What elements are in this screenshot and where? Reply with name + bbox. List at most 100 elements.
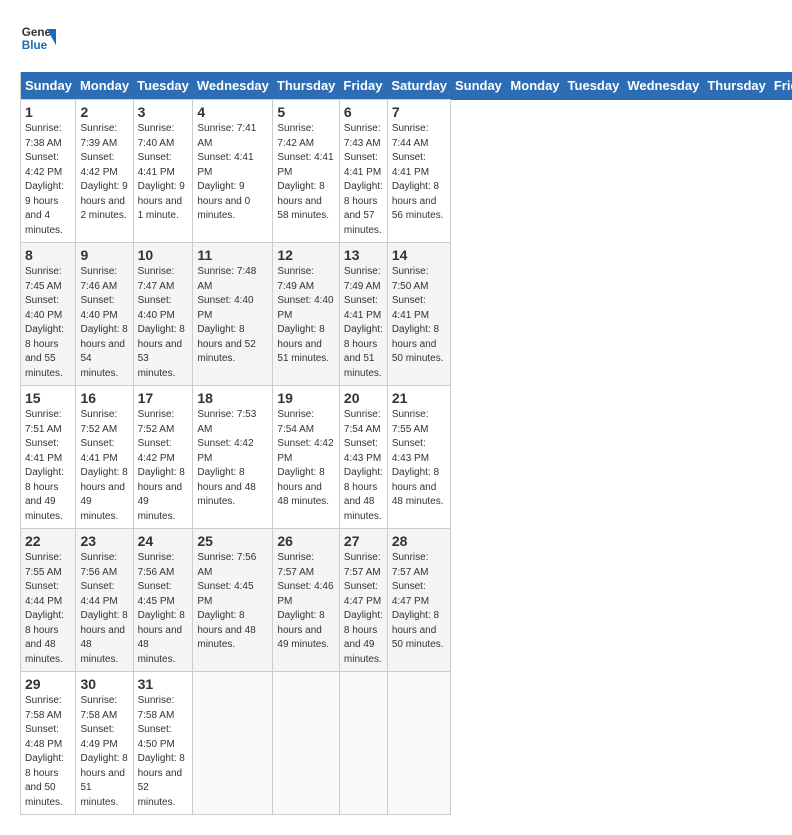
calendar-cell: 3 Sunrise: 7:40 AMSunset: 4:41 PMDaylight… <box>133 100 193 243</box>
cell-content: Sunrise: 7:54 AMSunset: 4:42 PMDaylight:… <box>277 408 335 510</box>
day-number: 29 <box>25 676 71 692</box>
page-header: General Blue <box>20 20 772 56</box>
calendar-cell: 11Sunrise: 7:48 AMSunset: 4:40 PMDayligh… <box>193 243 273 386</box>
cell-content: Sunrise: 7:44 AMSunset: 4:41 PMDaylight:… <box>392 122 447 224</box>
col-header-wednesday: Wednesday <box>623 72 703 100</box>
calendar-cell: 15 Sunrise: 7:51 AMSunset: 4:41 PMDayligh… <box>21 386 76 529</box>
day-number: 26 <box>277 533 335 549</box>
day-number: 13 <box>344 247 383 263</box>
calendar-cell: 30Sunrise: 7:58 AMSunset: 4:49 PMDayligh… <box>76 672 133 815</box>
calendar-cell <box>273 672 340 815</box>
cell-content: Sunrise: 7:57 AMSunset: 4:47 PMDaylight:… <box>344 551 383 667</box>
calendar-cell: 22Sunrise: 7:55 AMSunset: 4:44 PMDayligh… <box>21 529 76 672</box>
calendar-cell: 21Sunrise: 7:55 AMSunset: 4:43 PMDayligh… <box>387 386 451 529</box>
day-number: 12 <box>277 247 335 263</box>
cell-content: Sunrise: 7:54 AMSunset: 4:43 PMDaylight:… <box>344 408 383 524</box>
calendar-cell <box>193 672 273 815</box>
col-header-tuesday: Tuesday <box>133 72 193 100</box>
calendar-cell: 8 Sunrise: 7:45 AMSunset: 4:40 PMDaylight… <box>21 243 76 386</box>
calendar-week-row: 15 Sunrise: 7:51 AMSunset: 4:41 PMDayligh… <box>21 386 792 529</box>
calendar-cell: 6 Sunrise: 7:43 AMSunset: 4:41 PMDaylight… <box>339 100 387 243</box>
day-number: 20 <box>344 390 383 406</box>
col-header-thursday: Thursday <box>273 72 340 100</box>
calendar-cell: 14Sunrise: 7:50 AMSunset: 4:41 PMDayligh… <box>387 243 451 386</box>
calendar-cell: 12 Sunrise: 7:49 AMSunset: 4:40 PMDayligh… <box>273 243 340 386</box>
cell-content: Sunrise: 7:58 AMSunset: 4:48 PMDaylight:… <box>25 694 71 810</box>
cell-content: Sunrise: 7:49 AMSunset: 4:41 PMDaylight:… <box>344 265 383 381</box>
calendar-week-row: 1 Sunrise: 7:38 AMSunset: 4:42 PMDaylight… <box>21 100 792 243</box>
day-number: 3 <box>138 104 189 120</box>
calendar-cell: 25 Sunrise: 7:56 AMSunset: 4:45 PMDayligh… <box>193 529 273 672</box>
svg-text:Blue: Blue <box>22 39 48 52</box>
calendar-cell: 4 Sunrise: 7:41 AMSunset: 4:41 PMDaylight… <box>193 100 273 243</box>
cell-content: Sunrise: 7:52 AMSunset: 4:42 PMDaylight:… <box>138 408 189 524</box>
day-number: 30 <box>80 676 128 692</box>
cell-content: Sunrise: 7:51 AMSunset: 4:41 PMDaylight:… <box>25 408 71 524</box>
day-number: 1 <box>25 104 71 120</box>
calendar-cell: 1 Sunrise: 7:38 AMSunset: 4:42 PMDaylight… <box>21 100 76 243</box>
col-header-wednesday: Wednesday <box>193 72 273 100</box>
cell-content: Sunrise: 7:53 AMSunset: 4:42 PMDaylight:… <box>197 408 268 510</box>
cell-content: Sunrise: 7:49 AMSunset: 4:40 PMDaylight:… <box>277 265 335 367</box>
day-number: 14 <box>392 247 447 263</box>
cell-content: Sunrise: 7:47 AMSunset: 4:40 PMDaylight:… <box>138 265 189 381</box>
calendar-cell: 10Sunrise: 7:47 AMSunset: 4:40 PMDayligh… <box>133 243 193 386</box>
calendar-cell: 2Sunrise: 7:39 AMSunset: 4:42 PMDaylight… <box>76 100 133 243</box>
calendar-cell <box>387 672 451 815</box>
calendar-cell: 28 Sunrise: 7:57 AMSunset: 4:47 PMDayligh… <box>387 529 451 672</box>
logo: General Blue <box>20 20 60 56</box>
day-number: 25 <box>197 533 268 549</box>
col-header-sunday: Sunday <box>451 72 506 100</box>
calendar-week-row: 29 Sunrise: 7:58 AMSunset: 4:48 PMDayligh… <box>21 672 792 815</box>
col-header-thursday: Thursday <box>703 72 770 100</box>
cell-content: Sunrise: 7:40 AMSunset: 4:41 PMDaylight:… <box>138 122 189 224</box>
col-header-monday: Monday <box>76 72 133 100</box>
calendar-header-row: SundayMondayTuesdayWednesdayThursdayFrid… <box>21 72 792 100</box>
col-header-friday: Friday <box>770 72 792 100</box>
calendar-cell: 27Sunrise: 7:57 AMSunset: 4:47 PMDayligh… <box>339 529 387 672</box>
cell-content: Sunrise: 7:38 AMSunset: 4:42 PMDaylight:… <box>25 122 71 238</box>
calendar-cell: 7Sunrise: 7:44 AMSunset: 4:41 PMDaylight… <box>387 100 451 243</box>
calendar-cell: 26Sunrise: 7:57 AMSunset: 4:46 PMDayligh… <box>273 529 340 672</box>
calendar-cell: 17 Sunrise: 7:52 AMSunset: 4:42 PMDayligh… <box>133 386 193 529</box>
cell-content: Sunrise: 7:55 AMSunset: 4:43 PMDaylight:… <box>392 408 447 510</box>
day-number: 23 <box>80 533 128 549</box>
cell-content: Sunrise: 7:46 AMSunset: 4:40 PMDaylight:… <box>80 265 128 381</box>
calendar-week-row: 22Sunrise: 7:55 AMSunset: 4:44 PMDayligh… <box>21 529 792 672</box>
calendar-cell <box>339 672 387 815</box>
day-number: 28 <box>392 533 447 549</box>
calendar-cell: 9 Sunrise: 7:46 AMSunset: 4:40 PMDaylight… <box>76 243 133 386</box>
calendar-cell: 16 Sunrise: 7:52 AMSunset: 4:41 PMDayligh… <box>76 386 133 529</box>
day-number: 9 <box>80 247 128 263</box>
calendar-cell: 24 Sunrise: 7:56 AMSunset: 4:45 PMDayligh… <box>133 529 193 672</box>
cell-content: Sunrise: 7:43 AMSunset: 4:41 PMDaylight:… <box>344 122 383 238</box>
cell-content: Sunrise: 7:41 AMSunset: 4:41 PMDaylight:… <box>197 122 268 224</box>
cell-content: Sunrise: 7:56 AMSunset: 4:45 PMDaylight:… <box>138 551 189 667</box>
day-number: 24 <box>138 533 189 549</box>
cell-content: Sunrise: 7:56 AMSunset: 4:44 PMDaylight:… <box>80 551 128 667</box>
day-number: 15 <box>25 390 71 406</box>
day-number: 6 <box>344 104 383 120</box>
day-number: 11 <box>197 247 268 263</box>
cell-content: Sunrise: 7:45 AMSunset: 4:40 PMDaylight:… <box>25 265 71 381</box>
cell-content: Sunrise: 7:56 AMSunset: 4:45 PMDaylight:… <box>197 551 268 653</box>
calendar-cell: 31Sunrise: 7:58 AMSunset: 4:50 PMDayligh… <box>133 672 193 815</box>
cell-content: Sunrise: 7:42 AMSunset: 4:41 PMDaylight:… <box>277 122 335 224</box>
cell-content: Sunrise: 7:57 AMSunset: 4:47 PMDaylight:… <box>392 551 447 653</box>
calendar-cell: 20 Sunrise: 7:54 AMSunset: 4:43 PMDayligh… <box>339 386 387 529</box>
calendar-table: SundayMondayTuesdayWednesdayThursdayFrid… <box>20 72 792 815</box>
day-number: 2 <box>80 104 128 120</box>
calendar-cell: 18 Sunrise: 7:53 AMSunset: 4:42 PMDayligh… <box>193 386 273 529</box>
col-header-monday: Monday <box>506 72 563 100</box>
calendar-cell: 23 Sunrise: 7:56 AMSunset: 4:44 PMDayligh… <box>76 529 133 672</box>
calendar-cell: 5Sunrise: 7:42 AMSunset: 4:41 PMDaylight… <box>273 100 340 243</box>
day-number: 19 <box>277 390 335 406</box>
day-number: 4 <box>197 104 268 120</box>
day-number: 8 <box>25 247 71 263</box>
day-number: 18 <box>197 390 268 406</box>
day-number: 16 <box>80 390 128 406</box>
day-number: 17 <box>138 390 189 406</box>
cell-content: Sunrise: 7:52 AMSunset: 4:41 PMDaylight:… <box>80 408 128 524</box>
logo-icon: General Blue <box>20 20 56 56</box>
col-header-saturday: Saturday <box>387 72 451 100</box>
